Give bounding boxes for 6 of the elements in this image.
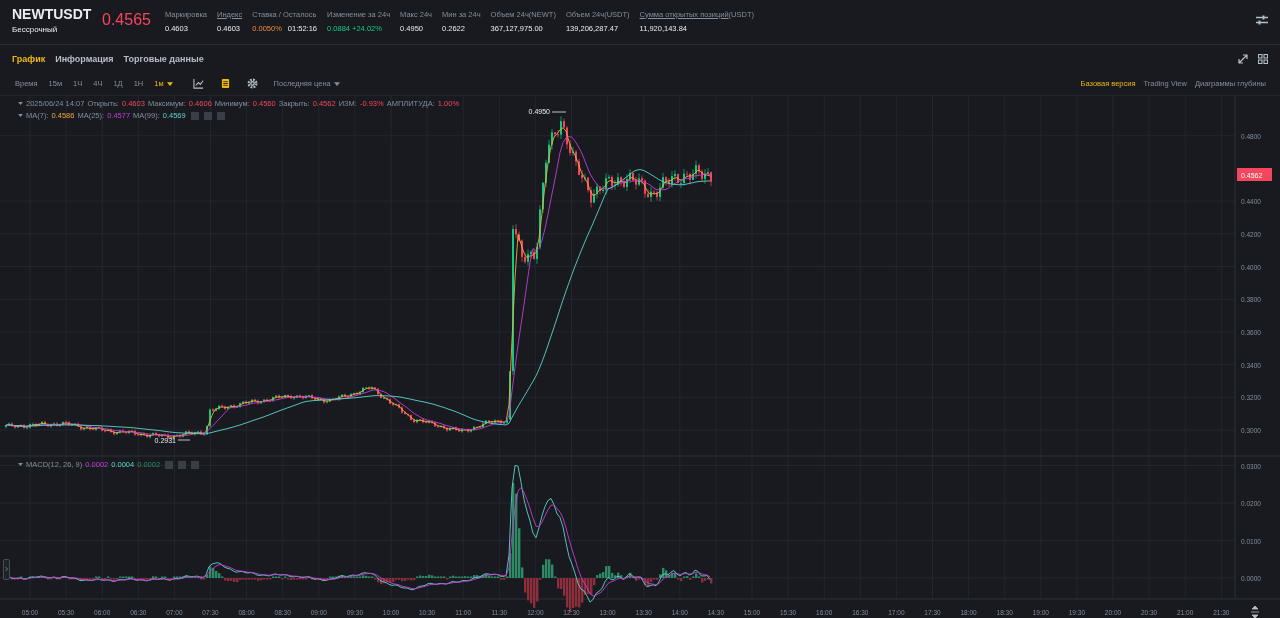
contract-type: Бессрочный [12,25,59,34]
tab[interactable]: Торговые данные [123,53,204,64]
symbol-title[interactable]: NEWTUSDT [12,6,92,22]
last-price: 0.4565 [102,11,151,29]
tab[interactable]: Информация [55,53,114,64]
tab[interactable]: График [12,53,46,64]
